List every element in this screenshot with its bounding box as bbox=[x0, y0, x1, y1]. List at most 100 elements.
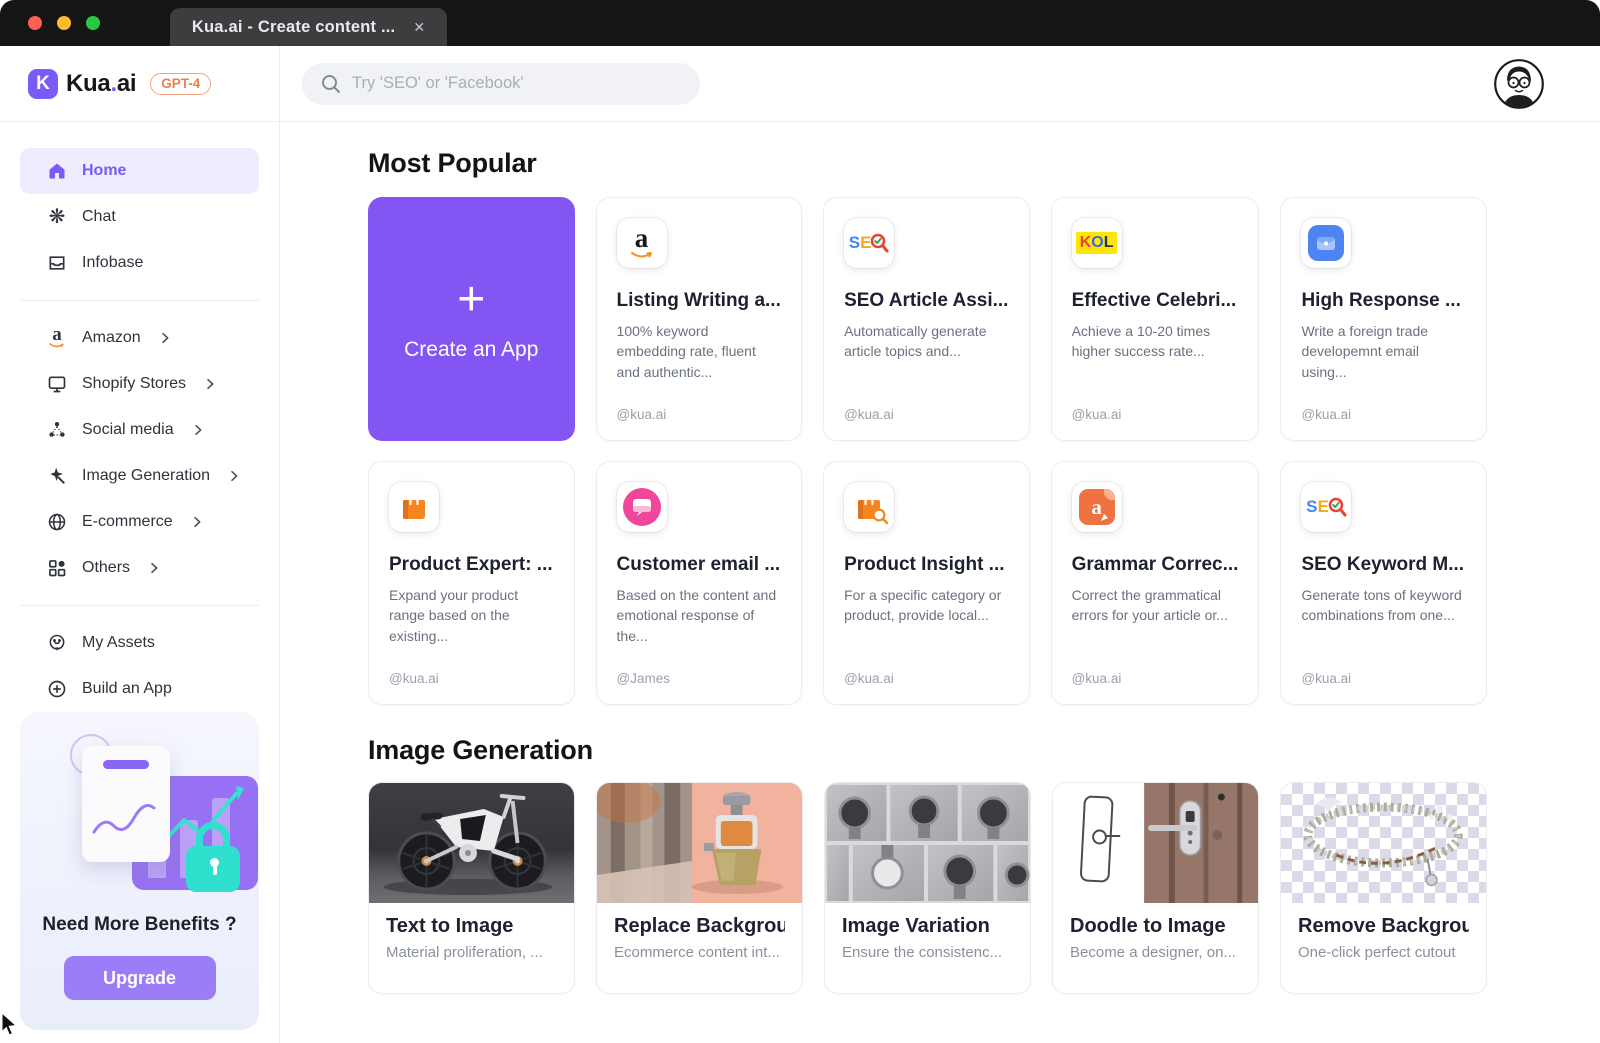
sidebar-item-others[interactable]: Others bbox=[20, 545, 259, 591]
brand-name: Kua.ai bbox=[66, 70, 136, 98]
magic-star-icon bbox=[46, 465, 68, 487]
bag-search-app-icon bbox=[844, 482, 894, 532]
most-popular-heading: Most Popular bbox=[368, 148, 1487, 179]
image-tool-title: Replace Backgrour bbox=[614, 915, 785, 938]
browser-tab[interactable]: Kua.ai - Create content ... ✕ bbox=[170, 8, 447, 46]
image-tool-card-doodle-to-image[interactable]: Doodle to Image Become a designer, on... bbox=[1052, 782, 1259, 994]
app-card-effective-celebri[interactable]: KOL Effective Celebri... Achieve a 10-20… bbox=[1051, 197, 1260, 441]
chevron-right-icon bbox=[190, 422, 206, 438]
image-tool-description: Ensure the consistenc... bbox=[842, 944, 1013, 961]
app-title: Product Insight ... bbox=[844, 554, 1009, 576]
close-window-button[interactable] bbox=[28, 16, 42, 30]
image-tool-card-text-to-image[interactable]: Text to Image Material proliferation, ..… bbox=[368, 782, 575, 994]
app-title: SEO Keyword M... bbox=[1301, 554, 1466, 576]
chevron-right-icon bbox=[226, 468, 242, 484]
search-bar[interactable] bbox=[302, 63, 700, 105]
openai-chat-icon: ❋ bbox=[46, 206, 68, 228]
inbox-icon bbox=[46, 252, 68, 274]
user-avatar[interactable] bbox=[1494, 59, 1544, 109]
app-card-product-expert[interactable]: Product Expert: ... Expand your product … bbox=[368, 461, 575, 705]
sidebar: K Kua.ai GPT-4 Home ❋ Chat Infobase a Am… bbox=[0, 46, 280, 1043]
browser-tab-bar: Kua.ai - Create content ... ✕ bbox=[0, 0, 1600, 46]
sidebar-item-label: Shopify Stores bbox=[82, 375, 186, 393]
image-tool-description: One-click perfect cutout bbox=[1298, 944, 1469, 961]
chevron-right-icon bbox=[189, 514, 205, 530]
sidebar-item-label: E-commerce bbox=[82, 513, 173, 531]
chevron-right-icon bbox=[157, 330, 173, 346]
app-description: Correct the grammatical errors for your … bbox=[1072, 585, 1239, 626]
grid-icon bbox=[46, 557, 68, 579]
create-app-card[interactable]: + Create an App bbox=[368, 197, 575, 441]
app-title: Effective Celebri... bbox=[1072, 290, 1239, 312]
app-description: Based on the content and emotional respo… bbox=[617, 585, 782, 646]
share-nodes-icon bbox=[46, 419, 68, 441]
image-tool-description: Material proliferation, ... bbox=[386, 944, 557, 961]
sidebar-item-label: Chat bbox=[82, 208, 116, 226]
app-description: Generate tons of keyword combinations fr… bbox=[1301, 585, 1466, 626]
sidebar-item-build-an-app[interactable]: Build an App bbox=[20, 666, 259, 712]
wreath-cutout-photo bbox=[1281, 783, 1486, 903]
top-header bbox=[280, 46, 1600, 122]
sidebar-item-e-commerce[interactable]: E-commerce bbox=[20, 499, 259, 545]
amazon-app-icon: a bbox=[617, 218, 667, 268]
app-card-high-response[interactable]: High Response ... Write a foreign trade … bbox=[1280, 197, 1487, 441]
app-author: @kua.ai bbox=[617, 407, 782, 422]
juicer-photo bbox=[597, 783, 802, 903]
image-tool-card-remove-backgrour[interactable]: Remove Backgrour One-click perfect cutou… bbox=[1280, 782, 1487, 994]
app-card-product-insight[interactable]: Product Insight ... For a specific categ… bbox=[823, 461, 1030, 705]
app-author: @James bbox=[617, 671, 782, 686]
sidebar-item-home[interactable]: Home bbox=[20, 148, 259, 194]
zoom-window-button[interactable] bbox=[86, 16, 100, 30]
app-card-seo-article-assi[interactable]: SE SEO Article Assi... Automatically gen… bbox=[823, 197, 1030, 441]
image-tool-description: Become a designer, on... bbox=[1070, 944, 1241, 961]
app-card-seo-keyword-m[interactable]: SE SEO Keyword M... Generate tons of key… bbox=[1280, 461, 1487, 705]
app-title: SEO Article Assi... bbox=[844, 290, 1009, 312]
app-description: For a specific category or product, prov… bbox=[844, 585, 1009, 626]
app-author: @kua.ai bbox=[1301, 407, 1466, 422]
plus-circle-icon bbox=[46, 678, 68, 700]
main-content: Most Popular + Create an App a Listing W… bbox=[280, 122, 1600, 1043]
image-tool-description: Ecommerce content int... bbox=[614, 944, 785, 961]
image-tool-card-image-variation[interactable]: Image Variation Ensure the consistenc... bbox=[824, 782, 1031, 994]
chevron-right-icon bbox=[146, 560, 162, 576]
search-input[interactable] bbox=[352, 74, 682, 93]
image-tool-card-replace-backgrour[interactable]: Replace Backgrour Ecommerce content int.… bbox=[596, 782, 803, 994]
image-tool-title: Doodle to Image bbox=[1070, 915, 1241, 938]
app-card-customer-email[interactable]: Customer email ... Based on the content … bbox=[596, 461, 803, 705]
seo-app-icon: SE bbox=[1301, 482, 1351, 532]
sidebar-item-amazon[interactable]: a Amazon bbox=[20, 315, 259, 361]
app-card-listing-writing-a[interactable]: a Listing Writing a... 100% keyword embe… bbox=[596, 197, 803, 441]
sidebar-item-my-assets[interactable]: My Assets bbox=[20, 620, 259, 666]
watch-collage-photo bbox=[825, 783, 1030, 903]
search-icon bbox=[320, 73, 342, 95]
app-author: @kua.ai bbox=[1072, 407, 1239, 422]
sidebar-item-label: Home bbox=[82, 162, 126, 180]
window-controls bbox=[28, 16, 100, 30]
seo-app-icon: SE bbox=[844, 218, 894, 268]
image-generation-grid: Text to Image Material proliferation, ..… bbox=[368, 782, 1487, 994]
divider bbox=[20, 605, 259, 606]
minimize-window-button[interactable] bbox=[57, 16, 71, 30]
image-generation-heading: Image Generation bbox=[368, 735, 1487, 766]
upgrade-button[interactable]: Upgrade bbox=[64, 956, 216, 1000]
sidebar-item-infobase[interactable]: Infobase bbox=[20, 240, 259, 286]
app-title: Grammar Correc... bbox=[1072, 554, 1239, 576]
mail-app-icon bbox=[1301, 218, 1351, 268]
sidebar-item-shopify-stores[interactable]: Shopify Stores bbox=[20, 361, 259, 407]
sidebar-item-image-generation[interactable]: Image Generation bbox=[20, 453, 259, 499]
tab-close-icon[interactable]: ✕ bbox=[413, 19, 425, 36]
app-title: High Response ... bbox=[1301, 290, 1466, 312]
app-card-grammar-correc[interactable]: a Grammar Correc... Correct the grammati… bbox=[1051, 461, 1260, 705]
app-description: Achieve a 10-20 times higher success rat… bbox=[1072, 321, 1239, 362]
sidebar-item-label: Social media bbox=[82, 421, 174, 439]
bag-app-icon bbox=[389, 482, 439, 532]
sidebar-item-chat[interactable]: ❋ Chat bbox=[20, 194, 259, 240]
amazon-icon: a bbox=[46, 327, 68, 349]
app-title: Product Expert: ... bbox=[389, 554, 554, 576]
app-author: @kua.ai bbox=[389, 671, 554, 686]
gpt-model-badge: GPT-4 bbox=[150, 73, 211, 95]
kua-logo-icon[interactable]: K bbox=[28, 69, 58, 99]
app-author: @kua.ai bbox=[844, 671, 1009, 686]
sidebar-item-social-media[interactable]: Social media bbox=[20, 407, 259, 453]
app-description: Automatically generate article topics an… bbox=[844, 321, 1009, 362]
